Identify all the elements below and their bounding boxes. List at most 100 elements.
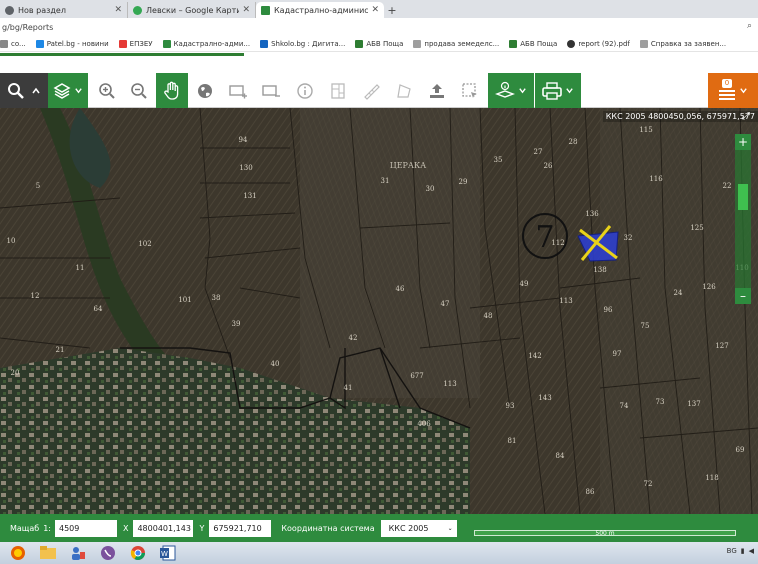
parcel-number-label: 142 xyxy=(528,352,541,360)
zoom-in-button[interactable] xyxy=(91,73,123,108)
tab-label: Нов раздел xyxy=(18,5,66,15)
parcel-number-label: 12 xyxy=(31,292,40,300)
parcel-number-label: 118 xyxy=(705,474,718,482)
browser-tab-bar: Нов раздел ✕ Левски – Google Карти ✕ Кад… xyxy=(0,0,758,18)
users-icon[interactable] xyxy=(66,543,90,563)
annotation-number: 7 xyxy=(535,220,554,255)
parcel-number-label: 677 xyxy=(410,372,423,380)
hand-icon xyxy=(164,81,179,100)
tab-google-maps[interactable]: Левски – Google Карти ✕ xyxy=(128,2,256,18)
svg-text:W: W xyxy=(161,550,168,558)
parcel-number-label: 115 xyxy=(639,126,652,134)
zoom-out-button[interactable] xyxy=(123,73,155,108)
chrome-icon[interactable] xyxy=(126,543,150,563)
parcel-number-label: 22 xyxy=(723,182,732,190)
windows-taskbar: W BG ▮ ◀ xyxy=(0,542,758,564)
close-tab-icon[interactable]: ✕ xyxy=(242,5,250,15)
bookmark-item[interactable]: Patel.bg - новини xyxy=(35,39,109,48)
parcel-number-label: 40 xyxy=(271,360,280,368)
bookmark-item[interactable]: Справка за заявен... xyxy=(639,39,726,48)
tab-cadastre[interactable]: Кадастрално-административна ✕ xyxy=(256,2,384,18)
zoom-minus-button[interactable]: – xyxy=(735,288,751,304)
export-button[interactable] xyxy=(421,73,453,108)
chevron-down-icon xyxy=(566,88,573,94)
zoom-slider[interactable]: + – xyxy=(735,134,751,304)
parcel-number-label: 46 xyxy=(396,285,405,293)
parcel-number-label: 39 xyxy=(232,320,241,328)
address-bar[interactable]: g/bg/Reports ⌕ xyxy=(0,18,758,36)
network-icon[interactable]: ▮ xyxy=(741,547,745,555)
measure-distance-button[interactable] xyxy=(355,73,387,108)
parcel-number-label: 136 xyxy=(585,210,599,218)
bookmark-favicon-icon xyxy=(355,39,364,48)
info-layers-button[interactable] xyxy=(488,73,534,108)
parcel-number-label: 97 xyxy=(613,350,622,358)
bookmark-item[interactable]: Shkolo.bg : Дигита... xyxy=(260,39,345,48)
parcel-number-label: 102 xyxy=(138,240,151,248)
print-button[interactable] xyxy=(535,73,581,108)
y-label: Y xyxy=(199,523,205,533)
x-coordinate-field[interactable]: 4800401,143 xyxy=(133,519,194,537)
chevron-up-icon xyxy=(32,87,40,93)
close-tab-icon[interactable]: ✕ xyxy=(371,5,379,15)
scale-prefix: 1: xyxy=(43,523,51,533)
pan-tool-button[interactable] xyxy=(156,73,188,108)
select-box-button[interactable] xyxy=(454,73,486,108)
measure-area-button[interactable] xyxy=(388,73,420,108)
bookmark-item[interactable]: co... xyxy=(0,39,26,48)
parcel-number-label: 35 xyxy=(494,156,503,164)
zoom-magnifier-icon[interactable]: ⌕ xyxy=(747,21,752,31)
parcel-number-label: 143 xyxy=(538,394,551,402)
building-tool-button[interactable] xyxy=(322,73,354,108)
volume-icon[interactable]: ◀ xyxy=(749,547,754,555)
parcel-number-label: 32 xyxy=(624,234,633,242)
bookmarks-bar: co... Patel.bg - новини ЕПЗЕУ Кадастралн… xyxy=(0,36,758,52)
bookmark-item[interactable]: Кадастрално-адми... xyxy=(162,39,250,48)
crs-select[interactable]: ККС 2005 ⌄ xyxy=(380,519,457,537)
bookmark-item[interactable]: продава земеделс... xyxy=(413,39,499,48)
zoom-plus-button[interactable]: + xyxy=(735,134,751,150)
bookmark-favicon-icon xyxy=(260,39,269,48)
remove-area-button[interactable] xyxy=(255,73,287,108)
firefox-icon[interactable] xyxy=(6,543,30,563)
add-rectangle-icon xyxy=(229,84,247,98)
parcel-number-label: 96 xyxy=(604,306,613,314)
viber-icon[interactable] xyxy=(96,543,120,563)
bookmark-favicon-icon xyxy=(509,39,518,48)
select-area-button[interactable] xyxy=(222,73,254,108)
new-tab-button[interactable]: + xyxy=(384,2,400,18)
bookmark-favicon-icon xyxy=(162,39,171,48)
map-canvas[interactable]: 7 ЦЕРАКА 94 130 131 5 10 11 12 21 20 102 101 64 38 39… xyxy=(0,108,758,514)
crs-value: ККС 2005 xyxy=(388,523,429,533)
fullscreen-icon[interactable]: ⤢ xyxy=(742,111,750,122)
remove-rectangle-icon xyxy=(262,84,280,97)
chevron-down-icon xyxy=(519,88,526,94)
parcel-number-label: 20 xyxy=(11,369,20,377)
close-tab-icon[interactable]: ✕ xyxy=(114,5,122,15)
parcel-number-label: 113 xyxy=(559,297,572,305)
layers-tool-button[interactable] xyxy=(48,73,88,108)
parcel-number-label: 86 xyxy=(586,488,595,496)
bookmark-favicon-icon xyxy=(35,39,44,48)
parcel-number-label: 42 xyxy=(349,334,358,342)
scale-input[interactable]: 4509 xyxy=(54,519,117,537)
parcel-number-label: 116 xyxy=(649,175,663,183)
bookmark-item[interactable]: ЕПЗЕУ xyxy=(118,39,153,48)
search-tool-button[interactable] xyxy=(0,73,48,108)
globe-tool-button[interactable] xyxy=(189,73,221,108)
bookmark-item[interactable]: АБВ Поща xyxy=(355,39,403,48)
language-indicator[interactable]: BG xyxy=(727,547,737,555)
parcel-number-label: 112 xyxy=(551,239,564,247)
bookmark-item[interactable]: АБВ Поща xyxy=(509,39,557,48)
bookmark-item[interactable]: report (92).pdf xyxy=(567,39,630,48)
tab-new-section[interactable]: Нов раздел ✕ xyxy=(0,2,128,18)
file-explorer-icon[interactable] xyxy=(36,543,60,563)
zoom-out-icon xyxy=(131,82,147,99)
y-coordinate-field[interactable]: 675921,710 xyxy=(209,519,272,537)
word-icon[interactable]: W xyxy=(156,543,180,563)
zoom-slider-handle[interactable] xyxy=(738,184,748,210)
maps-pin-icon xyxy=(133,5,142,15)
menu-button[interactable]: 0 xyxy=(708,73,758,108)
info-tool-button[interactable] xyxy=(289,73,321,108)
parcel-number-label: 406 xyxy=(417,420,431,428)
